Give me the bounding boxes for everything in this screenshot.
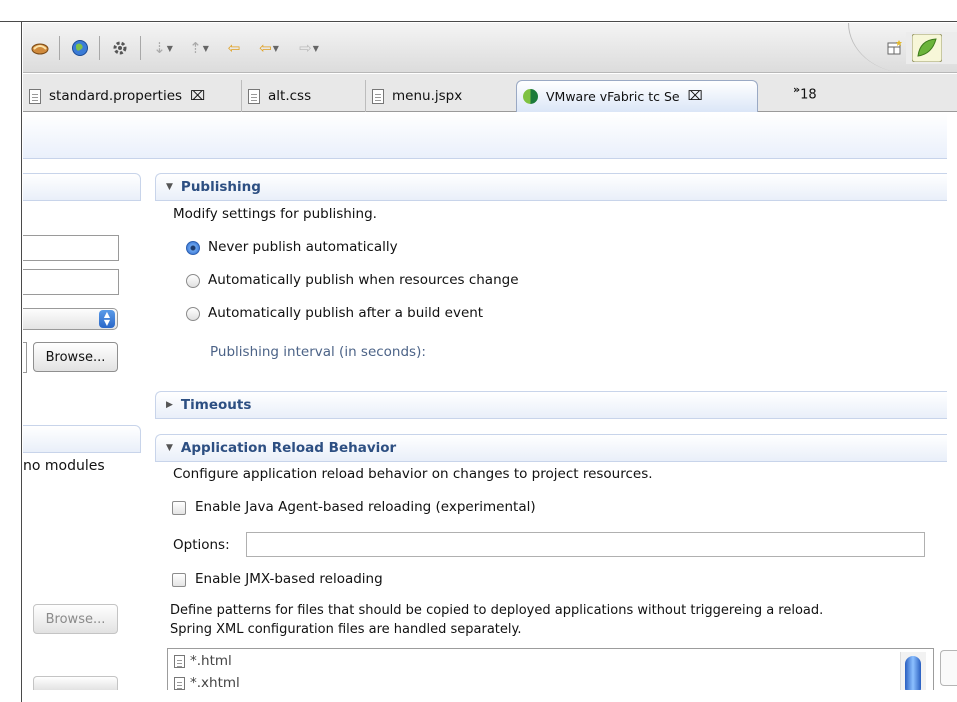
tab-label: menu.jspx (392, 88, 463, 104)
bottom-button[interactable] (33, 676, 118, 690)
patterns-description-line2: Spring XML configuration files are handl… (170, 622, 522, 637)
tab-menu-jspx[interactable]: menu.jspx (365, 80, 513, 112)
reload-description: Configure application reload behavior on… (173, 466, 653, 482)
pattern-text: *.xhtml (190, 675, 240, 690)
jmx-checkbox[interactable] (172, 573, 186, 587)
section-title: ▶ Timeouts (166, 397, 251, 413)
section-title: ▼ Application Reload Behavior (166, 440, 396, 456)
globe-icon (72, 40, 88, 56)
main-toolbar: ⇣ ▼ ⇡ ▼ ⇦ ⇦ ▼ ⇨ ▼ (23, 23, 957, 73)
expanded-triangle-icon: ▼ (166, 443, 173, 453)
timeouts-section-header[interactable]: ▶ Timeouts (155, 391, 947, 419)
patterns-list[interactable]: *.html *.xhtml (167, 648, 934, 690)
spring-leaf-icon (912, 34, 942, 62)
expanded-triangle-icon: ▼ (166, 182, 173, 192)
next-annotation-button[interactable]: ⇣ ▼ (147, 37, 179, 59)
browse-button[interactable]: Browse... (33, 342, 118, 372)
open-task-button[interactable] (27, 37, 53, 59)
add-pattern-button[interactable] (940, 650, 957, 686)
last-edit-button[interactable]: ⇦ (221, 37, 247, 59)
server-name-field[interactable] (23, 269, 119, 295)
options-input[interactable] (246, 532, 925, 557)
host-name-field[interactable] (23, 235, 119, 261)
chevron-down-icon: ▼ (166, 43, 173, 53)
window-top-edge (0, 0, 957, 22)
radio-label[interactable]: Automatically publish when resources cha… (208, 272, 519, 288)
section-title: ▼ Publishing (166, 179, 261, 195)
publishing-title: Publishing (180, 179, 261, 195)
open-browser-button[interactable] (67, 37, 93, 59)
pattern-text: *.html (190, 653, 232, 669)
publishing-section-header[interactable]: ▼ Publishing (155, 173, 947, 201)
tab-vmware-vfabric[interactable]: VMware vFabric tc Se ⌧ (516, 80, 758, 112)
forward-button[interactable]: ⇨ ▼ (291, 37, 327, 59)
tab-standard-properties[interactable]: standard.properties ⌧ (23, 80, 241, 112)
chevron-down-icon: ▼ (272, 43, 279, 53)
reload-title: Application Reload Behavior (180, 440, 397, 456)
collapsed-triangle-icon: ▶ (166, 400, 173, 410)
publishing-description: Modify settings for publishing. (173, 206, 377, 222)
options-label: Options: (173, 537, 230, 553)
tab-label: VMware vFabric tc Se (546, 89, 680, 104)
forward-arrow-icon: ⇨ (299, 39, 312, 57)
editor-form-header (23, 113, 947, 159)
general-section-header[interactable] (23, 173, 141, 201)
timeouts-title: Timeouts (180, 397, 252, 413)
modules-status: no modules (23, 458, 105, 474)
server-config-button[interactable] (107, 37, 133, 59)
list-item[interactable]: *.html (174, 653, 232, 669)
tab-overflow-button[interactable]: »18 (793, 83, 817, 102)
file-icon (248, 88, 260, 104)
editor-tab-bar: standard.properties ⌧ alt.css menu.jspx … (23, 74, 957, 112)
toolbar-separator (59, 36, 60, 60)
tab-alt-css[interactable]: alt.css (241, 80, 359, 112)
file-icon (372, 88, 384, 104)
annotation-down-icon: ⇣ (153, 39, 166, 57)
close-icon[interactable]: ⌧ (190, 89, 205, 104)
task-icon (31, 43, 49, 55)
select-arrows-icon: ▲ ▼ (99, 310, 115, 328)
vmware-icon (523, 89, 538, 104)
overflow-count: 18 (800, 87, 817, 103)
window-left-edge (0, 22, 22, 702)
tab-label: standard.properties (49, 88, 183, 104)
publishing-interval-label: Publishing interval (in seconds): (210, 344, 426, 360)
jmx-label[interactable]: Enable JMX-based reloading (195, 571, 383, 587)
radio-label[interactable]: Never publish automatically (208, 239, 398, 255)
list-item[interactable]: *.xhtml (174, 675, 240, 690)
tab-label: alt.css (268, 88, 312, 104)
previous-annotation-button[interactable]: ⇡ ▼ (183, 37, 215, 59)
runtime-select[interactable]: ▲ ▼ (23, 308, 118, 330)
toolbar-separator (140, 36, 141, 60)
gear-icon (113, 41, 127, 55)
toolbar-separator (99, 36, 100, 60)
reload-section-header[interactable]: ▼ Application Reload Behavior (155, 434, 947, 462)
radio-publish-on-change[interactable] (186, 274, 200, 288)
patterns-description-line1: Define patterns for files that should be… (170, 603, 824, 618)
back-button[interactable]: ⇦ ▼ (251, 37, 287, 59)
radio-label[interactable]: Automatically publish after a build even… (208, 305, 483, 321)
file-icon (174, 676, 185, 690)
chevron-down-icon: ▼ (312, 43, 319, 53)
java-agent-checkbox[interactable] (172, 501, 186, 515)
radio-never-publish[interactable] (186, 241, 200, 255)
modules-section-header[interactable] (23, 425, 141, 453)
close-icon[interactable]: ⌧ (688, 89, 703, 104)
radio-publish-after-build[interactable] (186, 307, 200, 321)
file-icon (174, 654, 185, 668)
annotation-up-icon: ⇡ (189, 39, 202, 57)
patterns-scrollbar[interactable] (900, 652, 926, 696)
perspective-switcher[interactable] (906, 32, 957, 64)
window-bottom-edge (22, 690, 957, 702)
open-perspective-icon (887, 40, 902, 55)
open-perspective-button[interactable] (885, 37, 905, 59)
eclipse-window: ⇣▼ ⇡▼ ⇦ ⇦▼ ⇨▼ standard.properties ⌧ (0, 0, 957, 702)
browse-disabled-button[interactable]: Browse... (33, 604, 118, 634)
config-path-field[interactable] (23, 342, 27, 373)
file-icon (29, 88, 41, 104)
last-edit-icon: ⇦ (227, 39, 241, 57)
back-arrow-icon: ⇦ (259, 39, 272, 57)
java-agent-label[interactable]: Enable Java Agent-based reloading (exper… (195, 499, 536, 515)
chevron-down-icon: ▼ (202, 43, 209, 53)
